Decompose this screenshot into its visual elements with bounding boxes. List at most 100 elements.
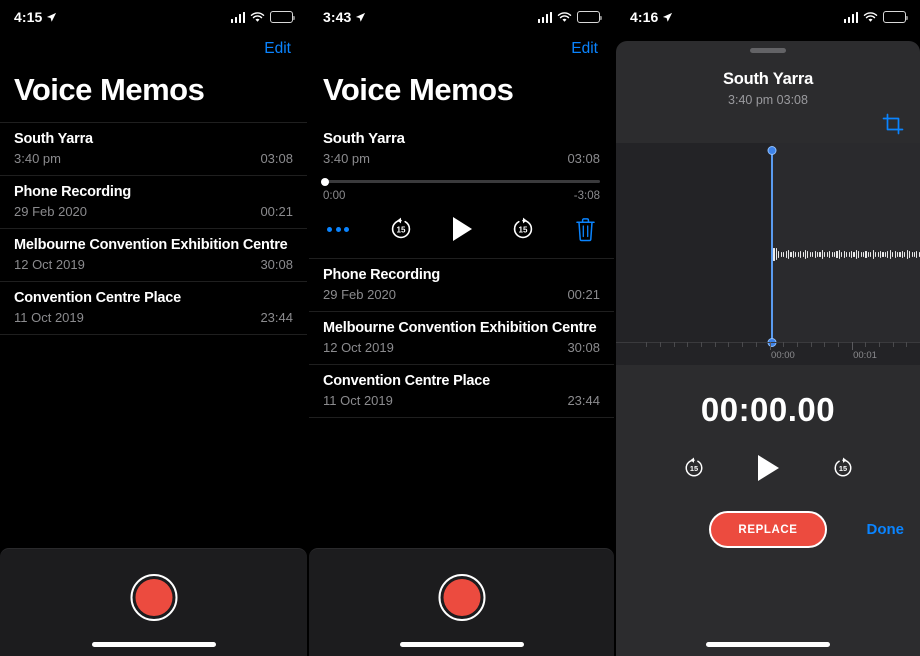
edit-button[interactable]: Edit — [264, 40, 291, 58]
memo-meta: 29 Feb 2020 00:21 — [14, 204, 293, 219]
memo-title: Convention Centre Place — [14, 290, 182, 306]
done-button[interactable]: Done — [867, 521, 905, 538]
memo-date: 12 Oct 2019 — [14, 257, 85, 272]
memo-date: 11 Oct 2019 — [14, 310, 84, 325]
memo-title: Phone Recording — [323, 267, 441, 283]
ruler-tick — [742, 342, 744, 347]
ruler-tick — [824, 342, 826, 347]
memo-date: 29 Feb 2020 — [14, 204, 88, 219]
list-item[interactable]: Phone Recording 29 Feb 2020 00:21 — [0, 176, 307, 229]
record-button[interactable] — [438, 574, 485, 621]
memo-meta: 11 Oct 2019 23:44 — [14, 310, 293, 325]
page-title: Voice Memos — [323, 72, 514, 107]
memo-duration: 03:08 — [260, 151, 293, 166]
status-bar-left: 4:16 — [630, 9, 673, 25]
cellular-bars-icon — [230, 11, 245, 23]
scrubber-times: 0:00 -3:08 — [323, 190, 600, 202]
editor-playback-controls: 15 15 — [616, 455, 920, 481]
ruler-tick — [837, 342, 839, 347]
ruler-tick — [769, 342, 771, 350]
list-item[interactable]: South Yarra 3:40 pm 03:08 — [0, 122, 307, 176]
time-ruler: 00:00 00:01 — [616, 342, 920, 365]
nav-bar: Edit — [309, 34, 614, 64]
location-arrow-icon — [356, 12, 366, 22]
record-button[interactable] — [130, 574, 177, 621]
status-bar: 4:15 — [0, 0, 307, 34]
selected-memo[interactable]: South Yarra 3:40 pm 03:08 — [309, 122, 614, 170]
memo-title: South Yarra — [323, 130, 405, 147]
crop-trim-icon[interactable] — [882, 113, 904, 135]
status-bar-right — [230, 11, 296, 23]
svg-text:15: 15 — [838, 464, 846, 473]
status-bar-right — [537, 11, 603, 23]
status-time: 4:16 — [630, 9, 659, 25]
ruler-tick — [673, 342, 675, 347]
memo-date: 12 Oct 2019 — [323, 340, 394, 355]
panel-voice-memo-playback: 3:43 Edit Voice Memos South Yarra 3:40 p… — [307, 0, 614, 656]
ruler-tick — [728, 342, 730, 347]
memo-meta: 3:40 pm 03:08 — [323, 151, 600, 166]
list-item[interactable]: Melbourne Convention Exhibition Centre 1… — [309, 312, 614, 365]
nav-bar: Edit — [0, 34, 307, 64]
skip-back-15-icon[interactable]: 15 — [682, 456, 706, 480]
memo-duration: 00:21 — [260, 204, 293, 219]
memo-title: Phone Recording — [14, 184, 132, 200]
editor-action-row: REPLACE Done — [616, 511, 920, 548]
status-bar-left: 4:15 — [14, 9, 57, 25]
memo-date: 3:40 pm — [14, 151, 61, 166]
scrubber-knob[interactable] — [321, 177, 329, 186]
status-bar-right — [843, 11, 909, 23]
list-item[interactable]: Convention Centre Place 11 Oct 2019 23:4… — [309, 365, 614, 418]
list-item[interactable]: Melbourne Convention Exhibition Centre 1… — [0, 229, 307, 282]
page-title: Voice Memos — [14, 72, 205, 107]
memo-meta: 3:40 pm 03:08 — [14, 151, 293, 166]
memo-duration: 03:08 — [567, 151, 600, 166]
screenshot-collage: 4:15 Edit Voice Memos South Yarra 3:40 p… — [0, 0, 920, 656]
memo-duration: 30:08 — [260, 257, 293, 272]
list-item[interactable]: Phone Recording 29 Feb 2020 00:21 — [309, 258, 614, 312]
skip-back-15-icon[interactable]: 15 — [388, 216, 414, 242]
panel-voice-memo-editor: 4:16 South Yarra 3:40 pm 03:08 00:00 00:… — [614, 0, 920, 656]
replace-button[interactable]: REPLACE — [709, 511, 827, 548]
play-button[interactable] — [452, 217, 472, 241]
ruler-tick — [755, 342, 757, 347]
memo-meta: 12 Oct 2019 30:08 — [14, 257, 293, 272]
status-bar: 3:43 — [309, 0, 614, 34]
waveform-editor[interactable]: 00:00 00:01 — [616, 143, 920, 365]
record-bar — [309, 548, 614, 656]
more-options-icon[interactable] — [327, 226, 349, 232]
memo-title: South Yarra — [722, 70, 814, 88]
wifi-icon — [863, 11, 878, 22]
memo-duration: 00:21 — [567, 287, 600, 302]
waveform-selection-region — [771, 143, 920, 342]
list-item[interactable]: Convention Centre Place 11 Oct 2019 23:4… — [0, 282, 307, 335]
edit-button[interactable]: Edit — [571, 40, 598, 58]
playhead-handle-top[interactable] — [767, 146, 777, 155]
memo-title: Melbourne Convention Exhibition Centre — [14, 237, 288, 253]
memo-title: South Yarra — [14, 131, 93, 147]
playhead[interactable] — [767, 146, 777, 347]
svg-text:15: 15 — [396, 225, 405, 234]
memo-date: 29 Feb 2020 — [323, 287, 397, 302]
status-bar-left: 3:43 — [323, 9, 366, 25]
svg-text:15: 15 — [519, 225, 528, 234]
sheet-grabber[interactable] — [750, 48, 786, 53]
playback-scrubber[interactable]: 0:00 -3:08 — [309, 170, 614, 202]
ruler-tick — [687, 342, 689, 347]
ruler-tick — [701, 342, 703, 347]
delete-icon[interactable] — [575, 217, 596, 242]
ruler-tick — [796, 342, 798, 347]
skip-forward-15-icon[interactable]: 15 — [831, 456, 855, 480]
skip-forward-15-icon[interactable]: 15 — [510, 216, 536, 242]
ruler-tick — [660, 342, 662, 347]
ruler-tick — [783, 342, 785, 347]
memo-title: Melbourne Convention Exhibition Centre — [323, 320, 597, 336]
scrubber-track[interactable] — [321, 177, 600, 186]
memo-meta: 12 Oct 2019 30:08 — [323, 340, 600, 355]
playback-controls: 15 15 — [309, 202, 614, 258]
ruler-tick — [892, 342, 894, 347]
elapsed-time: 0:00 — [323, 190, 346, 202]
play-button[interactable] — [757, 455, 779, 481]
status-time: 4:15 — [14, 9, 43, 25]
ruler-label: 00:01 — [853, 350, 877, 361]
